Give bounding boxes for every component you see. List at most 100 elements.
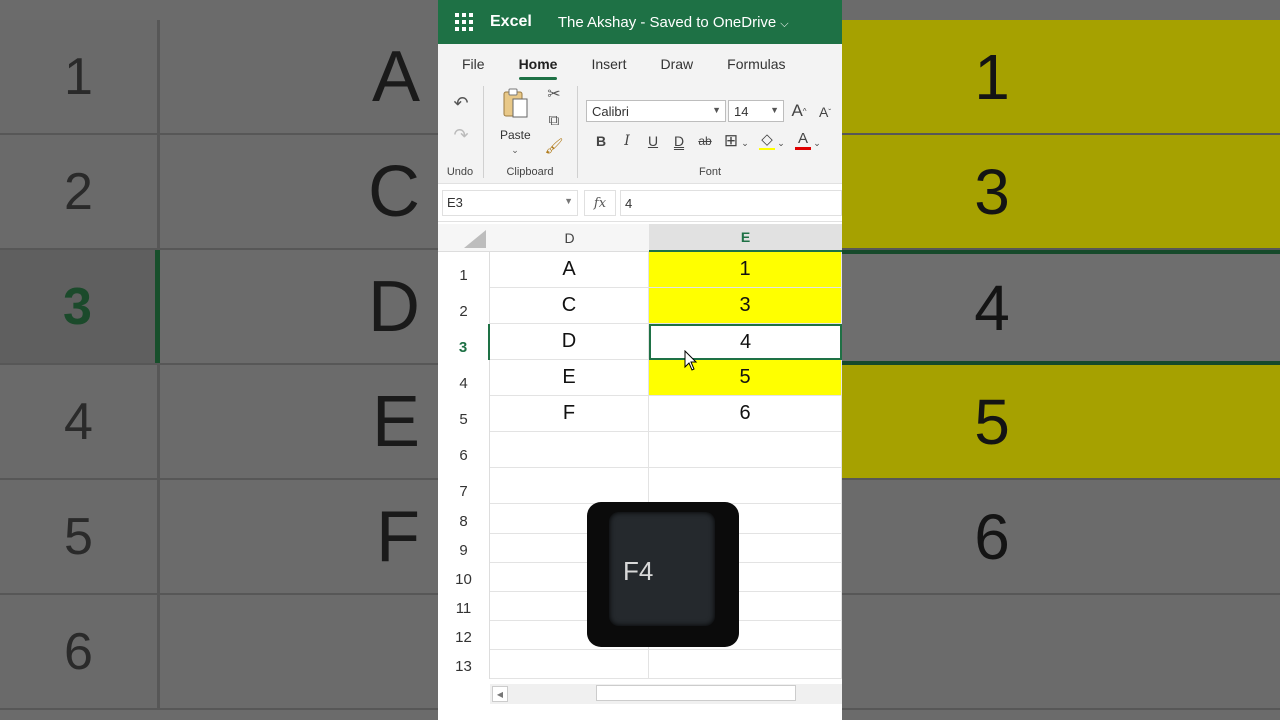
insert-function-button[interactable]: fx — [584, 190, 616, 216]
font-color-icon[interactable]: A — [794, 130, 812, 150]
keycap: F4 — [609, 512, 715, 626]
paste-button-label[interactable]: Paste — [500, 128, 531, 142]
app-name[interactable]: Excel — [490, 13, 532, 31]
cut-icon[interactable]: ✂ — [544, 84, 564, 104]
paste-dropdown-icon[interactable]: ⌄ — [508, 144, 522, 156]
background-row-number: 4 — [0, 365, 160, 478]
font-group: Calibri ▼ 14 ▼ A ^ Aˇ B I U D ab ⊞ ⌄ ◇ ⌄ A … — [578, 80, 842, 184]
font-size-select[interactable]: 14 ▼ — [728, 100, 784, 122]
tab-draw[interactable]: Draw — [660, 56, 693, 80]
background-row-number: 1 — [0, 20, 160, 133]
cell-d3[interactable]: D — [490, 324, 649, 360]
row-header-10[interactable]: 10 — [438, 563, 490, 592]
column-header-d[interactable]: D — [490, 224, 649, 252]
cell-e6[interactable] — [649, 432, 842, 468]
tab-formulas[interactable]: Formulas — [727, 56, 785, 80]
background-row — [842, 595, 1280, 710]
grow-font-icon[interactable]: A ^ — [790, 101, 808, 121]
clipboard-group-label: Clipboard — [506, 166, 554, 178]
background-letter: F — [376, 496, 420, 577]
tab-file[interactable]: File — [462, 56, 485, 80]
row-header-11[interactable]: 11 — [438, 592, 490, 621]
undo-group: ↶ ↷ Undo — [438, 80, 482, 184]
row-header-2[interactable]: 2 — [438, 288, 490, 324]
background-row-number: 6 — [0, 595, 160, 708]
background-row: 6 — [0, 595, 438, 710]
clipboard-group: Paste ⌄ ✂ ⧉ 🖌 Clipboard — [484, 80, 576, 184]
name-box-value: E3 — [447, 195, 463, 210]
cell-d7[interactable] — [490, 468, 649, 504]
formula-input[interactable]: 4 — [620, 190, 842, 216]
background-value: 3 — [974, 155, 1010, 228]
document-title[interactable]: The Akshay - Saved to OneDrive ⌵ — [558, 14, 789, 31]
font-group-label: Font — [698, 166, 721, 178]
chevron-down-icon[interactable]: ⌄ — [740, 133, 750, 153]
chevron-down-icon[interactable]: ⌄ — [812, 133, 822, 153]
background-row: 1 — [842, 20, 1280, 135]
row-header-8[interactable]: 8 — [438, 504, 490, 534]
row-header-4[interactable]: 4 — [438, 360, 490, 396]
copy-icon[interactable]: ⧉ — [544, 110, 564, 130]
column-header-e[interactable]: E — [649, 224, 842, 252]
ribbon-tabs: File Home Insert Draw Formulas — [438, 44, 842, 80]
cell-e1[interactable]: 1 — [649, 252, 842, 288]
tab-home[interactable]: Home — [518, 56, 557, 80]
format-painter-icon[interactable]: 🖌 — [544, 136, 564, 156]
row-header-3[interactable]: 3 — [438, 324, 490, 360]
cell-d2[interactable]: C — [490, 288, 649, 324]
row-header-5[interactable]: 5 — [438, 396, 490, 432]
document-title-text: The Akshay - Saved to OneDrive — [557, 13, 777, 31]
background-row: 2C — [0, 135, 438, 250]
paint-bucket-icon: ◇ — [761, 131, 773, 148]
cell-d4[interactable]: E — [490, 360, 649, 396]
app-launcher-icon[interactable] — [438, 13, 490, 31]
chevron-down-icon[interactable]: ⌄ — [776, 133, 786, 153]
cell-d5[interactable]: F — [490, 396, 649, 432]
row-header-13[interactable]: 13 — [438, 650, 490, 679]
cell-e13[interactable] — [649, 650, 842, 679]
paste-icon[interactable] — [500, 86, 530, 120]
scroll-left-icon[interactable]: ◀ — [492, 686, 508, 702]
undo-icon[interactable]: ↶ — [450, 92, 472, 114]
font-name-select[interactable]: Calibri ▼ — [586, 100, 726, 122]
cell-d1[interactable]: A — [490, 252, 649, 288]
grow-font-glyph: A — [791, 101, 803, 120]
scrollbar-thumb[interactable] — [596, 685, 796, 701]
tab-insert[interactable]: Insert — [591, 56, 626, 80]
status-bar — [438, 704, 842, 720]
title-bar: Excel The Akshay - Saved to OneDrive ⌵ — [438, 0, 842, 44]
cell-e2[interactable]: 3 — [649, 288, 842, 324]
name-box[interactable]: E3 ▼ — [442, 190, 578, 216]
horizontal-scrollbar[interactable]: ◀ — [490, 684, 842, 704]
underline-button[interactable]: U — [644, 131, 662, 151]
borders-icon[interactable]: ⊞ — [722, 131, 740, 151]
row-header-6[interactable]: 6 — [438, 432, 490, 468]
cell-e3[interactable]: 4 — [649, 324, 842, 360]
select-all-button[interactable] — [438, 224, 490, 252]
video-frame: 1A2C3D4E5F6 13456 Excel The Akshay - Sav… — [0, 0, 1280, 720]
cell-e4[interactable]: 5 — [649, 360, 842, 396]
background-letter: C — [368, 151, 420, 232]
double-underline-button[interactable]: D — [670, 131, 688, 151]
shrink-font-icon[interactable]: Aˇ — [816, 102, 834, 122]
chevron-down-icon: ▼ — [564, 196, 573, 206]
row-header-9[interactable]: 9 — [438, 534, 490, 563]
italic-button[interactable]: I — [618, 131, 636, 151]
strikethrough-button[interactable]: ab — [694, 131, 716, 151]
background-row: 3D — [0, 250, 438, 365]
row-header-1[interactable]: 1 — [438, 252, 490, 288]
background-row-number: 3 — [0, 250, 160, 363]
row-header-12[interactable]: 12 — [438, 621, 490, 650]
cell-d6[interactable] — [490, 432, 649, 468]
keycap-label: F4 — [623, 556, 654, 586]
cell-e5[interactable]: 6 — [649, 396, 842, 432]
row-header-7[interactable]: 7 — [438, 468, 490, 504]
zoomed-background-left: 1A2C3D4E5F6 — [0, 0, 438, 720]
cell-e7[interactable] — [649, 468, 842, 504]
fill-color-icon[interactable]: ◇ — [758, 130, 776, 150]
background-value: 1 — [974, 40, 1010, 113]
cell-d13[interactable] — [490, 650, 649, 679]
redo-icon[interactable]: ↷ — [450, 124, 472, 146]
bold-button[interactable]: B — [592, 131, 610, 151]
background-value: 5 — [974, 385, 1010, 458]
